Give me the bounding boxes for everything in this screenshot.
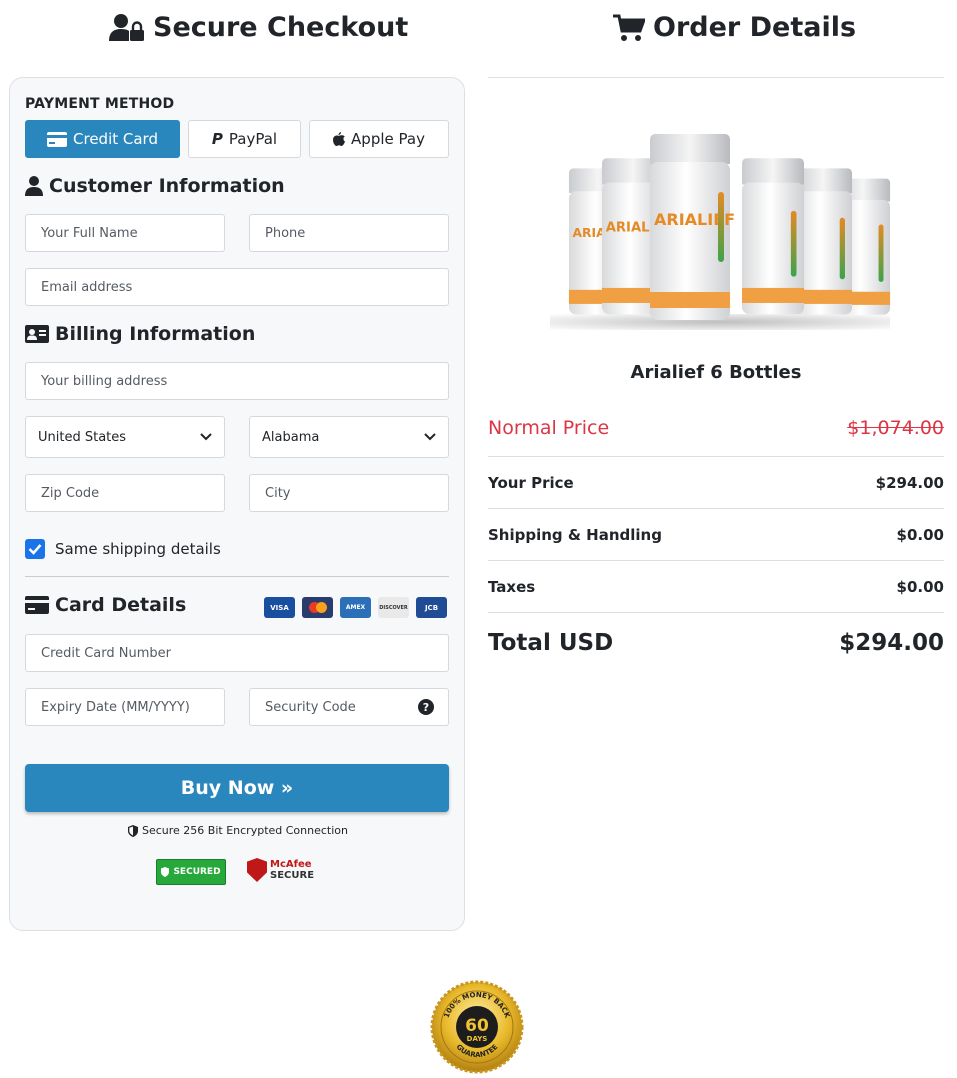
billing-address-input[interactable] xyxy=(25,362,449,400)
mcafee-top-text: McAfee xyxy=(270,859,312,870)
zip-code-input[interactable] xyxy=(25,474,225,512)
expiry-date-input[interactable] xyxy=(25,688,225,726)
secure-text-label: Secure 256 Bit Encrypted Connection xyxy=(141,824,348,837)
bottle xyxy=(741,158,805,318)
email-input[interactable] xyxy=(25,268,449,306)
state-select[interactable]: Alabama xyxy=(249,416,449,458)
normal-price-row: Normal Price $1,074.00 xyxy=(488,417,944,439)
paypal-icon: P xyxy=(211,130,223,148)
same-shipping-checkbox[interactable] xyxy=(25,539,45,559)
taxes-label: Taxes xyxy=(488,578,536,596)
divider xyxy=(25,576,449,577)
product-name: Arialief 6 Bottles xyxy=(630,362,802,383)
security-code-wrapper: ? xyxy=(249,688,449,726)
money-back-guarantee-seal: 100% MONEY BACK GUARANTEE 60 DAYS xyxy=(430,980,524,1074)
shipping-row: Shipping & Handling $0.00 xyxy=(488,526,944,544)
price-divider xyxy=(488,508,944,509)
amex-icon: AMEX xyxy=(340,597,371,618)
shield-check-icon xyxy=(161,867,170,877)
trust-badge-text: SECURED xyxy=(173,867,221,877)
jcb-icon: JCB xyxy=(416,597,447,618)
card-details-title: Card Details xyxy=(25,594,186,616)
shopping-cart-icon xyxy=(613,14,645,41)
credit-card-label: Credit Card xyxy=(73,130,158,148)
apple-icon xyxy=(333,132,346,146)
credit-card-icon xyxy=(47,131,68,147)
your-price-row: Your Price $294.00 xyxy=(488,474,944,492)
price-divider xyxy=(488,612,944,613)
shield-icon xyxy=(127,824,138,837)
billing-information-title: Billing Information xyxy=(25,323,255,345)
checkmark-icon xyxy=(28,544,42,555)
total-row: Total USD $294.00 xyxy=(488,630,944,656)
state-value: Alabama xyxy=(262,429,320,445)
accepted-cards: VISA AMEX DISCOVER JCB xyxy=(264,597,447,618)
city-input[interactable] xyxy=(249,474,449,512)
your-price-label: Your Price xyxy=(488,474,574,492)
section-title-text: Customer Information xyxy=(49,175,285,197)
section-title-text: Billing Information xyxy=(55,323,256,345)
normal-price-label: Normal Price xyxy=(488,417,610,439)
seal-days-number: 60 xyxy=(465,1016,489,1036)
discover-icon: DISCOVER xyxy=(378,597,409,618)
trust-guard-badge: SECURED xyxy=(156,859,226,885)
order-top-divider xyxy=(488,77,944,78)
payment-method-label: PAYMENT METHOD xyxy=(25,96,175,112)
section-title-text: Card Details xyxy=(55,594,187,616)
apple-pay-label: Apple Pay xyxy=(351,130,425,148)
chevron-down-icon xyxy=(424,433,436,441)
normal-price-value: $1,074.00 xyxy=(847,417,944,439)
same-shipping-label: Same shipping details xyxy=(55,540,221,558)
heading-text: Order Details xyxy=(653,12,857,43)
your-price-value: $294.00 xyxy=(875,474,944,492)
card-number-input[interactable] xyxy=(25,634,449,672)
secure-checkout-heading: Secure Checkout xyxy=(109,12,408,43)
shipping-value: $0.00 xyxy=(896,526,944,544)
bottle: ARIALIEF xyxy=(650,134,735,324)
apple-pay-button[interactable]: Apple Pay xyxy=(309,120,449,158)
seal-days-word: DAYS xyxy=(467,1035,488,1043)
full-name-input[interactable] xyxy=(25,214,225,252)
same-shipping-row: Same shipping details xyxy=(25,539,221,559)
country-select[interactable]: United States xyxy=(25,416,225,458)
id-card-icon xyxy=(25,325,49,343)
shipping-label: Shipping & Handling xyxy=(488,526,662,544)
secure-connection-text: Secure 256 Bit Encrypted Connection xyxy=(10,824,466,837)
mcafee-badge: McAfee SECURE xyxy=(247,858,314,882)
customer-information-title: Customer Information xyxy=(25,175,285,197)
buy-now-button[interactable]: Buy Now » xyxy=(25,764,449,812)
visa-icon: VISA xyxy=(264,597,295,618)
chevron-down-icon xyxy=(200,433,212,441)
price-divider xyxy=(488,560,944,561)
paypal-button[interactable]: P PayPal xyxy=(188,120,301,158)
country-value: United States xyxy=(38,429,127,445)
checkout-card: PAYMENT METHOD Credit Card P PayPal Appl… xyxy=(9,77,465,931)
heading-text: Secure Checkout xyxy=(153,12,409,43)
phone-input[interactable] xyxy=(249,214,449,252)
user-icon xyxy=(25,176,43,196)
taxes-row: Taxes $0.00 xyxy=(488,578,944,596)
question-circle-icon[interactable]: ? xyxy=(418,699,434,715)
order-details-heading: Order Details xyxy=(613,12,856,43)
user-lock-icon xyxy=(109,13,144,41)
taxes-value: $0.00 xyxy=(896,578,944,596)
credit-card-button[interactable]: Credit Card xyxy=(25,120,180,158)
price-divider xyxy=(488,456,944,457)
total-value: $294.00 xyxy=(839,630,944,656)
mcafee-shield-icon xyxy=(247,858,267,882)
total-label: Total USD xyxy=(488,630,614,656)
paypal-label: PayPal xyxy=(228,130,278,148)
credit-card-icon xyxy=(25,596,49,614)
product-image: ARIALIEF ARIALIEF ARIALIEF xyxy=(540,118,900,338)
mastercard-icon xyxy=(302,597,333,618)
mcafee-text: McAfee SECURE xyxy=(270,859,314,881)
mcafee-bottom-text: SECURE xyxy=(270,870,315,881)
